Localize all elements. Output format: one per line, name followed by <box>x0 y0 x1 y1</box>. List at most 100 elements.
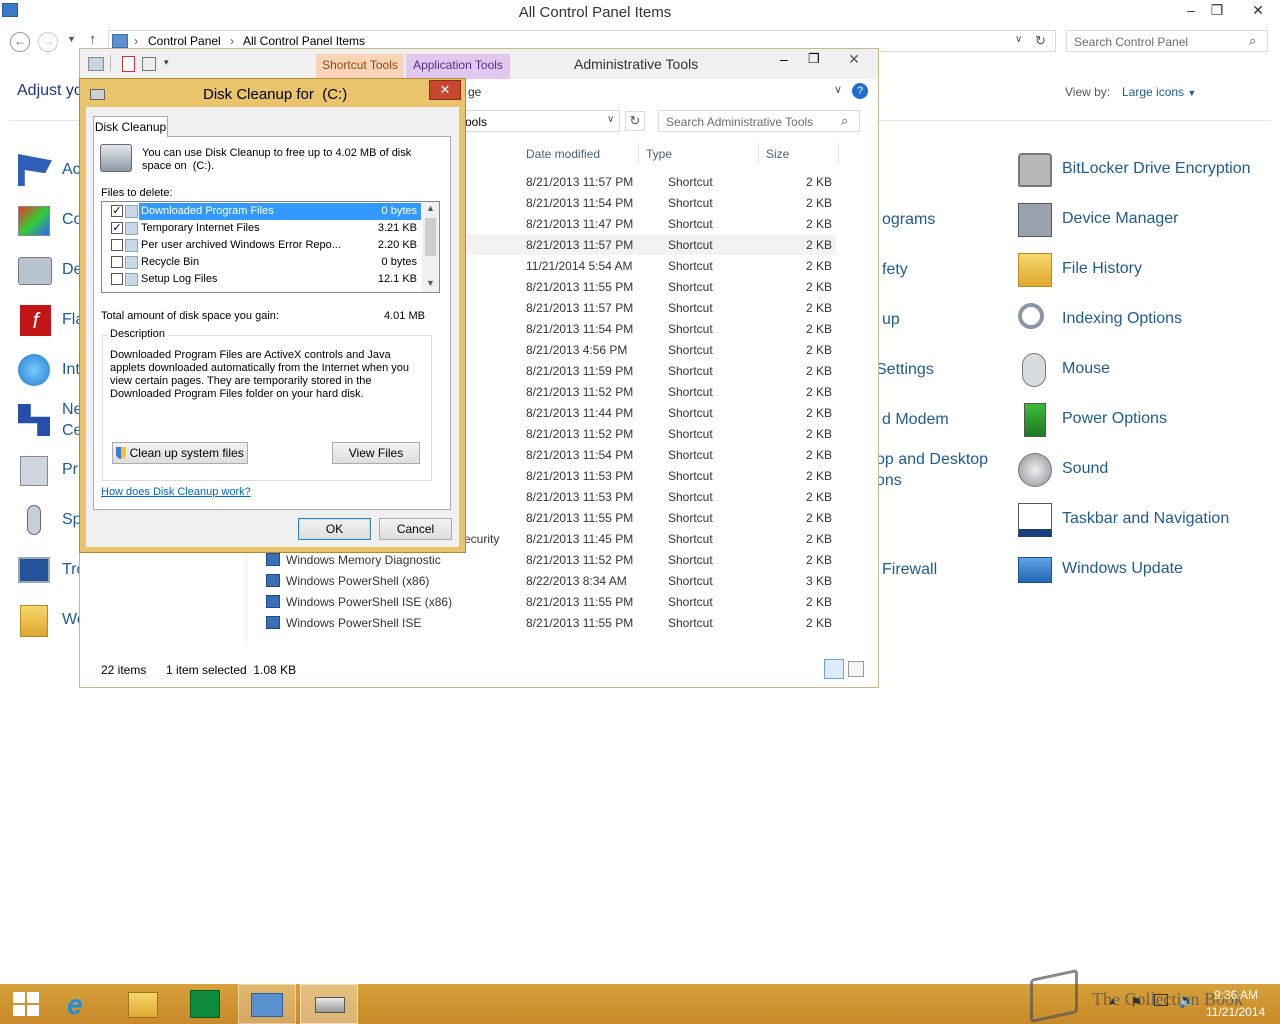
admin-close-button[interactable]: ✕ <box>832 49 876 71</box>
maximize-button[interactable]: ❐ <box>1204 0 1230 22</box>
file-checkbox[interactable] <box>111 273 123 285</box>
action-center-icon[interactable] <box>18 154 52 186</box>
view-files-button[interactable]: View Files <box>332 442 420 464</box>
properties-icon[interactable] <box>88 57 104 71</box>
minimize-button[interactable]: – <box>1178 0 1204 22</box>
details-view-icon[interactable] <box>824 659 844 679</box>
row-date: 8/21/2013 11:54 PM <box>526 322 634 336</box>
cp-item-partial[interactable]: up <box>882 311 900 329</box>
search-icon[interactable]: ⌕ <box>1249 33 1256 49</box>
files-listbox[interactable]: ✓ Downloaded Program Files 0 bytes ✓ Tempora… <box>101 201 440 293</box>
tab-shortcut-tools[interactable]: Shortcut Tools <box>316 54 404 79</box>
show-hidden-icons-icon[interactable]: ▲ <box>1108 996 1117 1006</box>
new-folder-icon[interactable] <box>142 57 156 71</box>
taskbar-store[interactable] <box>176 984 234 1024</box>
programs-icon[interactable] <box>20 456 48 486</box>
tab-application-tools[interactable]: Application Tools <box>406 54 510 79</box>
admin-search-icon[interactable]: ⌕ <box>841 113 848 129</box>
internet-options-icon[interactable] <box>18 354 50 386</box>
taskbar-disk-cleanup[interactable] <box>300 984 358 1024</box>
forward-button[interactable]: → <box>38 32 58 52</box>
cp-item-partial[interactable]: Pr <box>62 461 78 479</box>
ok-button[interactable]: OK <box>298 518 371 540</box>
row-name: ecurity <box>464 532 500 546</box>
start-button[interactable] <box>0 984 58 1024</box>
troubleshooting-icon[interactable] <box>18 557 50 583</box>
customize-toolbar-chevron-icon[interactable]: ▾ <box>164 57 169 68</box>
cp-item-partial[interactable]: fety <box>882 261 908 279</box>
search-box[interactable]: Search Control Panel ⌕ <box>1066 30 1268 52</box>
admin-address-bar[interactable]: ools ∨ <box>460 110 620 132</box>
breadcrumb-all-items[interactable]: All Control Panel Items <box>243 34 365 48</box>
table-row[interactable]: Windows PowerShell ISE 8/21/2013 11:55 PM… <box>266 612 836 633</box>
help-icon[interactable]: ? <box>852 83 868 99</box>
speech-microphone-icon[interactable] <box>27 505 41 535</box>
large-icons-view-icon[interactable] <box>848 661 864 677</box>
volume-icon[interactable]: 🔈 <box>1178 992 1195 1009</box>
admin-search-box[interactable]: Search Administrative Tools ⌕ <box>658 110 860 132</box>
admin-minimize-button[interactable]: – <box>780 51 788 67</box>
column-header-size[interactable]: Size <box>766 147 789 161</box>
cp-item-partial[interactable]: ograms <box>882 211 935 229</box>
cp-item-partial[interactable]: Ac <box>62 161 81 179</box>
work-folders-icon[interactable] <box>20 605 48 637</box>
table-row[interactable]: Windows PowerShell (x86) 8/22/2013 8:34 A… <box>266 570 836 591</box>
cp-item-partial[interactable]: Int <box>62 361 80 379</box>
clock-time[interactable]: 9:36 AM <box>1214 988 1258 1002</box>
file-checkbox[interactable]: ✓ <box>111 205 123 217</box>
action-center-flag-icon[interactable]: ⚑ <box>1130 994 1143 1011</box>
cp-item-partial[interactable]: d Modem <box>882 411 949 429</box>
close-button[interactable]: ✕ <box>1238 0 1278 22</box>
quick-properties-icon[interactable] <box>122 56 135 72</box>
row-size: 2 KB <box>805 490 832 504</box>
scroll-thumb[interactable] <box>425 218 436 256</box>
list-item[interactable]: ✓ Temporary Internet Files 3.21 KB <box>103 220 421 237</box>
cp-item-partial[interactable]: Firewall <box>882 561 937 579</box>
taskbar-control-panel[interactable] <box>238 984 296 1024</box>
file-checkbox[interactable]: ✓ <box>111 222 123 234</box>
back-button[interactable]: ← <box>10 32 30 52</box>
cp-item-partial[interactable]: ons <box>876 472 902 490</box>
taskbar-file-explorer[interactable] <box>114 984 172 1024</box>
help-link[interactable]: How does Disk Cleanup work? <box>101 486 251 498</box>
listbox-scrollbar[interactable]: ▲ ▼ <box>422 202 439 292</box>
scroll-down-arrow-icon[interactable]: ▼ <box>426 278 435 288</box>
row-date: 8/21/2013 11:55 PM <box>526 595 634 609</box>
scroll-up-arrow-icon[interactable]: ▲ <box>426 203 435 213</box>
list-item[interactable]: ✓ Downloaded Program Files 0 bytes <box>103 203 421 220</box>
cleanup-system-files-button[interactable]: Clean up system files <box>112 442 248 464</box>
cancel-button[interactable]: Cancel <box>379 518 452 540</box>
file-checkbox[interactable] <box>111 256 123 268</box>
cp-item-partial[interactable]: Settings <box>876 361 934 379</box>
taskbar-internet-explorer[interactable]: e <box>52 984 110 1024</box>
list-item[interactable]: Setup Log Files 12.1 KB <box>103 271 421 288</box>
network-icon[interactable] <box>1154 994 1168 1006</box>
recent-pages-chevron-icon[interactable]: ▼ <box>67 34 76 44</box>
ribbon-expand-chevron-icon[interactable]: ∨ <box>834 83 842 96</box>
ribbon-tab-partial[interactable]: ge <box>468 85 481 99</box>
indexing-magnifier-icon <box>1018 303 1044 329</box>
network-sharing-icon[interactable] <box>18 404 50 436</box>
tab-disk-cleanup[interactable]: Disk Cleanup <box>93 116 168 137</box>
admin-address-dropdown-icon[interactable]: ∨ <box>607 114 614 125</box>
breadcrumb-control-panel[interactable]: Control Panel <box>148 34 221 48</box>
clock-date[interactable]: 11/21/2014 <box>1206 1005 1265 1019</box>
address-dropdown-chevron-icon[interactable]: ∨ <box>1015 34 1022 45</box>
column-header-type[interactable]: Type <box>646 147 672 161</box>
list-item[interactable]: Per user archived Windows Error Repo... 2… <box>103 237 421 254</box>
color-management-icon[interactable] <box>18 206 50 236</box>
admin-refresh-icon[interactable]: ↻ <box>625 111 645 131</box>
cp-item-partial[interactable]: op and Desktop <box>876 451 988 469</box>
admin-maximize-button[interactable]: ❐ <box>808 51 820 67</box>
windows-update-icon <box>1018 557 1052 583</box>
refresh-icon[interactable]: ↻ <box>1035 33 1046 49</box>
list-item[interactable]: Recycle Bin 0 bytes <box>103 254 421 271</box>
column-header-date[interactable]: Date modified <box>526 147 600 161</box>
dialog-close-button[interactable]: ✕ <box>429 80 461 100</box>
flash-player-icon[interactable]: f <box>20 305 51 336</box>
devices-printers-icon[interactable] <box>18 257 52 285</box>
up-arrow-icon[interactable]: ↑ <box>89 31 97 48</box>
table-row[interactable]: Windows PowerShell ISE (x86) 8/21/2013 11… <box>266 591 836 612</box>
view-by-dropdown[interactable]: Large icons ▼ <box>1122 85 1196 99</box>
file-checkbox[interactable] <box>111 239 123 251</box>
